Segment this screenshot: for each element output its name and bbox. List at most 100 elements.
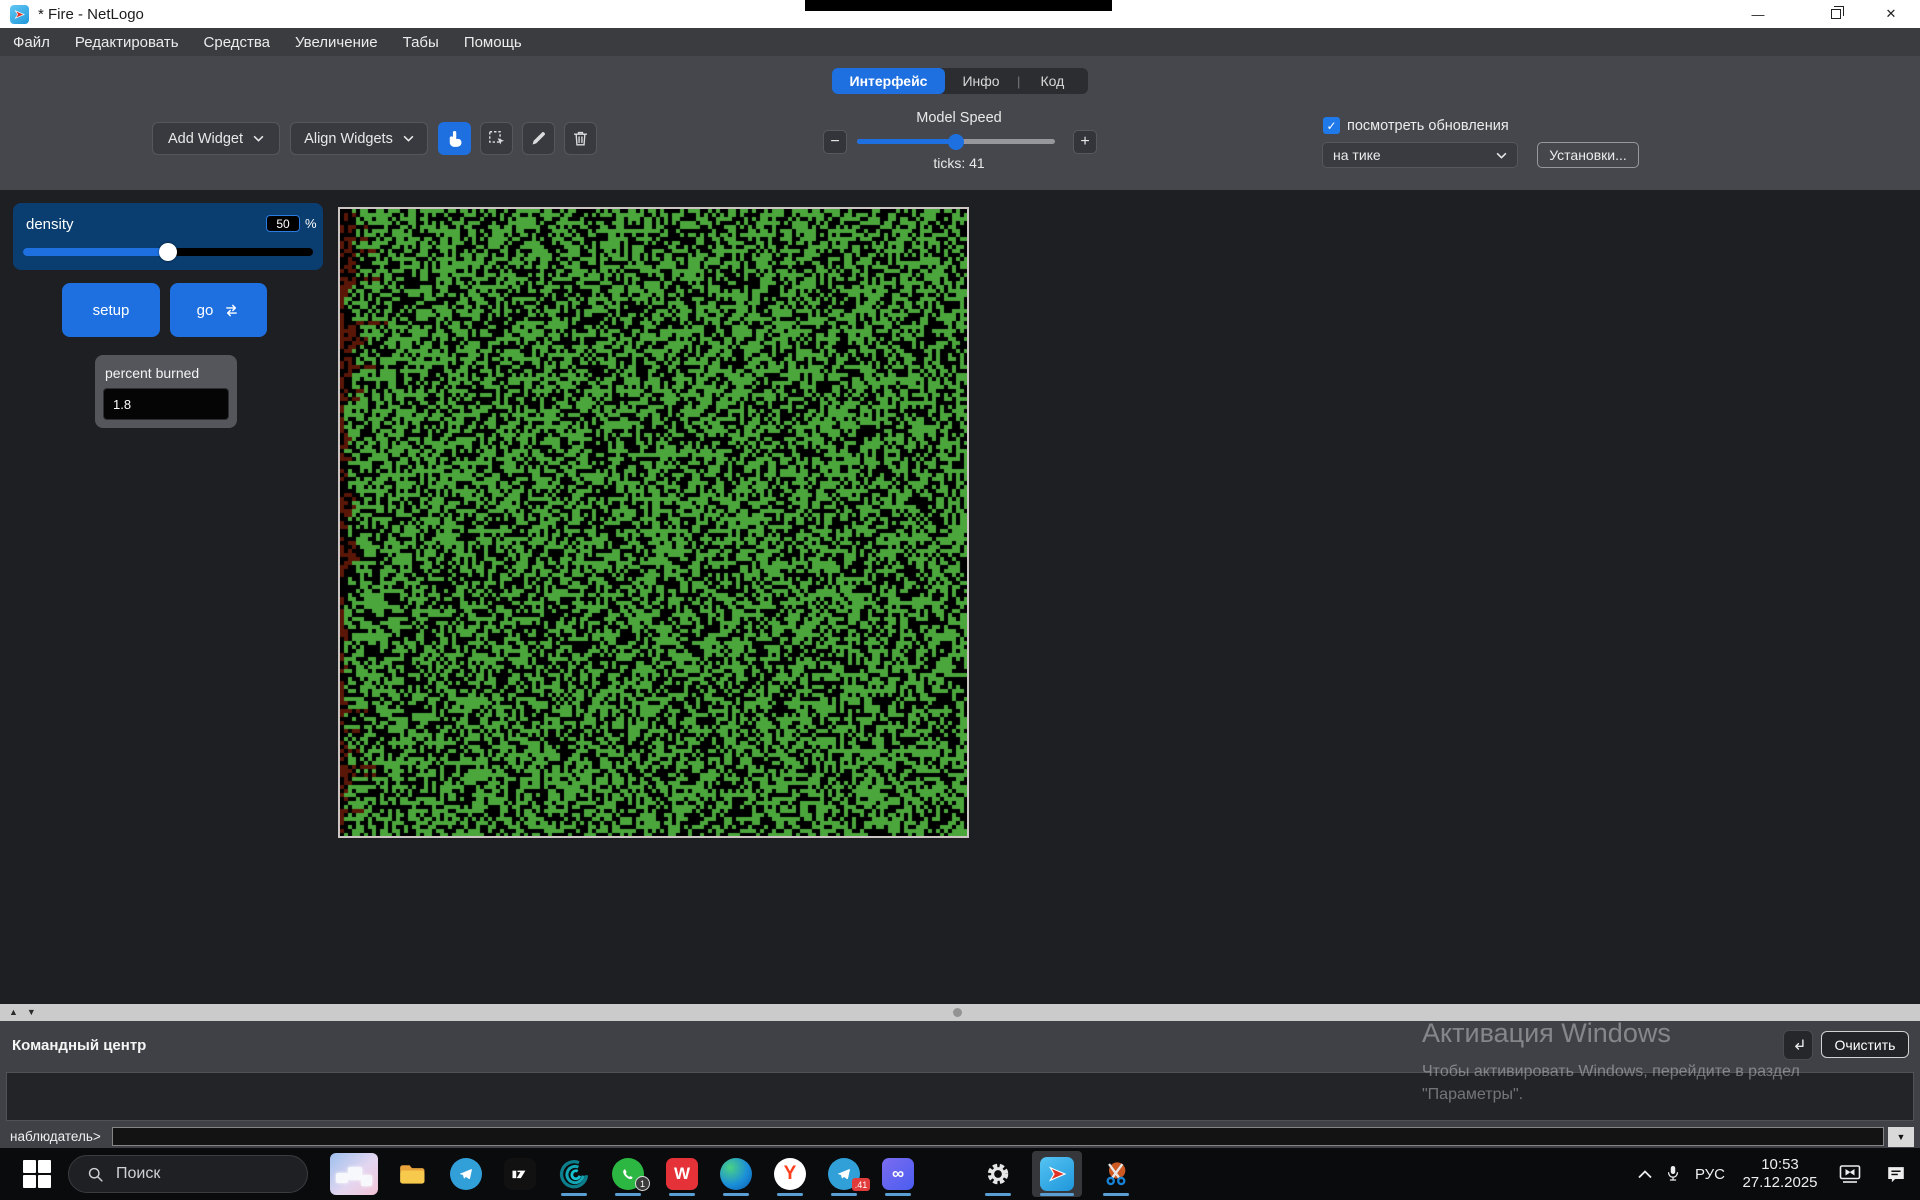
view-updates-label: посмотреть обновления <box>1347 118 1509 134</box>
telegram-icon <box>450 1158 482 1190</box>
taskbar-whatsapp[interactable]: 1 <box>608 1151 648 1197</box>
taskbar-search[interactable]: Поиск <box>68 1155 308 1193</box>
command-center-title: Командный центр <box>12 1037 146 1054</box>
density-slider-track[interactable] <box>23 248 313 256</box>
taskbar-wave-app[interactable] <box>554 1151 594 1197</box>
taskbar: Поиск <box>0 1148 1920 1200</box>
menu-bar: Файл Редактировать Средства Увеличение Т… <box>0 28 1920 56</box>
command-prompt-row: наблюдатель> ▼ <box>0 1125 1920 1148</box>
taskbar-file-explorer[interactable] <box>392 1151 432 1197</box>
density-slider-thumb[interactable] <box>159 243 177 261</box>
clear-button-label: Очистить <box>1835 1037 1896 1053</box>
update-mode-value: на тике <box>1333 147 1381 163</box>
clock[interactable]: 10:53 27.12.2025 <box>1732 1156 1828 1192</box>
taskbar-wps-office[interactable]: W <box>662 1151 702 1197</box>
file-explorer-icon <box>397 1159 427 1189</box>
language-indicator[interactable]: РУС <box>1688 1166 1732 1183</box>
popout-icon <box>1790 1037 1806 1053</box>
world-view[interactable] <box>338 207 969 838</box>
menu-tools[interactable]: Средства <box>204 34 270 51</box>
speed-increase-button[interactable]: + <box>1073 130 1097 154</box>
monitor-value: 1.8 <box>103 388 229 420</box>
tab-bar: Интерфейс Инфо | Код <box>832 68 1088 94</box>
menu-edit[interactable]: Редактировать <box>75 34 179 51</box>
top-black-strip <box>805 0 1112 11</box>
taskbar-telegram[interactable] <box>446 1151 486 1197</box>
taskbar-edge[interactable] <box>716 1151 756 1197</box>
edit-widget-tool-button[interactable] <box>522 122 555 155</box>
taskbar-telegram-2[interactable]: .41 <box>824 1151 864 1197</box>
tab-code[interactable]: Код <box>1020 68 1084 94</box>
restore-button[interactable] <box>1813 0 1859 28</box>
taskbar-yandex-browser[interactable]: Y <box>770 1151 810 1197</box>
netlogo-icon <box>1040 1157 1074 1191</box>
whatsapp-badge: 1 <box>635 1176 650 1191</box>
search-placeholder: Поиск <box>116 1165 160 1183</box>
menu-zoom[interactable]: Увеличение <box>295 34 378 51</box>
chevron-down-icon <box>1496 152 1507 159</box>
minimize-button[interactable]: — <box>1735 0 1781 28</box>
taskbar-settings[interactable] <box>978 1151 1018 1197</box>
speed-slider-thumb[interactable] <box>948 134 964 150</box>
notification-center-icon[interactable] <box>1872 1163 1920 1185</box>
align-widgets-dropdown[interactable]: Align Widgets <box>290 122 428 155</box>
cast-icon[interactable] <box>1828 1163 1872 1185</box>
start-button[interactable] <box>22 1159 52 1189</box>
go-button-label: go <box>197 302 214 319</box>
settings-button-label: Установки... <box>1549 147 1627 163</box>
taskbar-snipping-tool[interactable] <box>1096 1151 1136 1197</box>
interact-hand-tool-button[interactable] <box>438 122 471 155</box>
pencil-icon <box>529 129 548 148</box>
density-label: density <box>26 216 74 233</box>
taskbar-gologin[interactable]: ∞ <box>878 1151 918 1197</box>
netlogo-app-icon <box>10 5 29 24</box>
update-mode-dropdown[interactable]: на тике <box>1322 142 1518 168</box>
taskbar-tradingview[interactable] <box>500 1151 540 1197</box>
menu-file[interactable]: Файл <box>13 34 50 51</box>
splitter-down-icon[interactable]: ▼ <box>27 1008 36 1017</box>
forever-loop-icon <box>223 302 240 319</box>
select-widgets-tool-button[interactable] <box>480 122 513 155</box>
menu-help[interactable]: Помощь <box>464 34 522 51</box>
command-output-area[interactable] <box>6 1072 1914 1121</box>
minus-icon: − <box>830 134 839 150</box>
chevron-down-icon <box>403 135 414 142</box>
speed-slider-fill <box>857 139 956 144</box>
plus-icon: + <box>1080 134 1089 150</box>
clear-button[interactable]: Очистить <box>1821 1031 1909 1058</box>
view-updates-checkbox[interactable]: ✓ <box>1323 117 1340 134</box>
minimize-icon: — <box>1752 7 1765 22</box>
add-widget-label: Add Widget <box>168 131 243 147</box>
hidden-icons-chevron[interactable] <box>1632 1170 1658 1179</box>
restore-icon <box>1831 9 1841 19</box>
tab-info[interactable]: Инфо <box>945 68 1017 94</box>
tab-interface[interactable]: Интерфейс <box>832 68 945 94</box>
go-button[interactable]: go <box>170 283 267 337</box>
command-history-dropdown[interactable]: ▼ <box>1888 1127 1914 1147</box>
splitter-up-icon[interactable]: ▲ <box>9 1008 18 1017</box>
command-center-popout-button[interactable] <box>1783 1030 1813 1060</box>
delete-widget-tool-button[interactable] <box>564 122 597 155</box>
widgets-weather-icon[interactable] <box>330 1153 378 1195</box>
chevron-down-icon <box>253 135 264 142</box>
gear-icon <box>984 1160 1012 1188</box>
check-icon: ✓ <box>1326 119 1336 133</box>
yandex-browser-icon: Y <box>774 1158 806 1190</box>
world-canvas[interactable] <box>340 209 967 836</box>
microphone-icon[interactable] <box>1658 1164 1688 1184</box>
taskbar-netlogo-active[interactable] <box>1032 1151 1082 1197</box>
marquee-select-icon <box>487 129 506 148</box>
scissors-icon <box>1102 1160 1130 1188</box>
close-button[interactable]: ✕ <box>1868 0 1914 28</box>
setup-button[interactable]: setup <box>62 283 160 337</box>
speed-decrease-button[interactable]: − <box>823 130 847 154</box>
menu-tabs[interactable]: Табы <box>403 34 439 51</box>
command-input[interactable] <box>112 1127 1884 1146</box>
model-speed-slider[interactable] <box>857 139 1055 144</box>
density-slider-widget[interactable]: density 50 % <box>13 203 323 270</box>
tray-date: 27.12.2025 <box>1742 1174 1817 1192</box>
density-value: 50 <box>266 215 300 232</box>
settings-button[interactable]: Установки... <box>1537 142 1639 168</box>
splitter-handle-dot[interactable] <box>953 1008 962 1017</box>
add-widget-dropdown[interactable]: Add Widget <box>152 122 280 155</box>
